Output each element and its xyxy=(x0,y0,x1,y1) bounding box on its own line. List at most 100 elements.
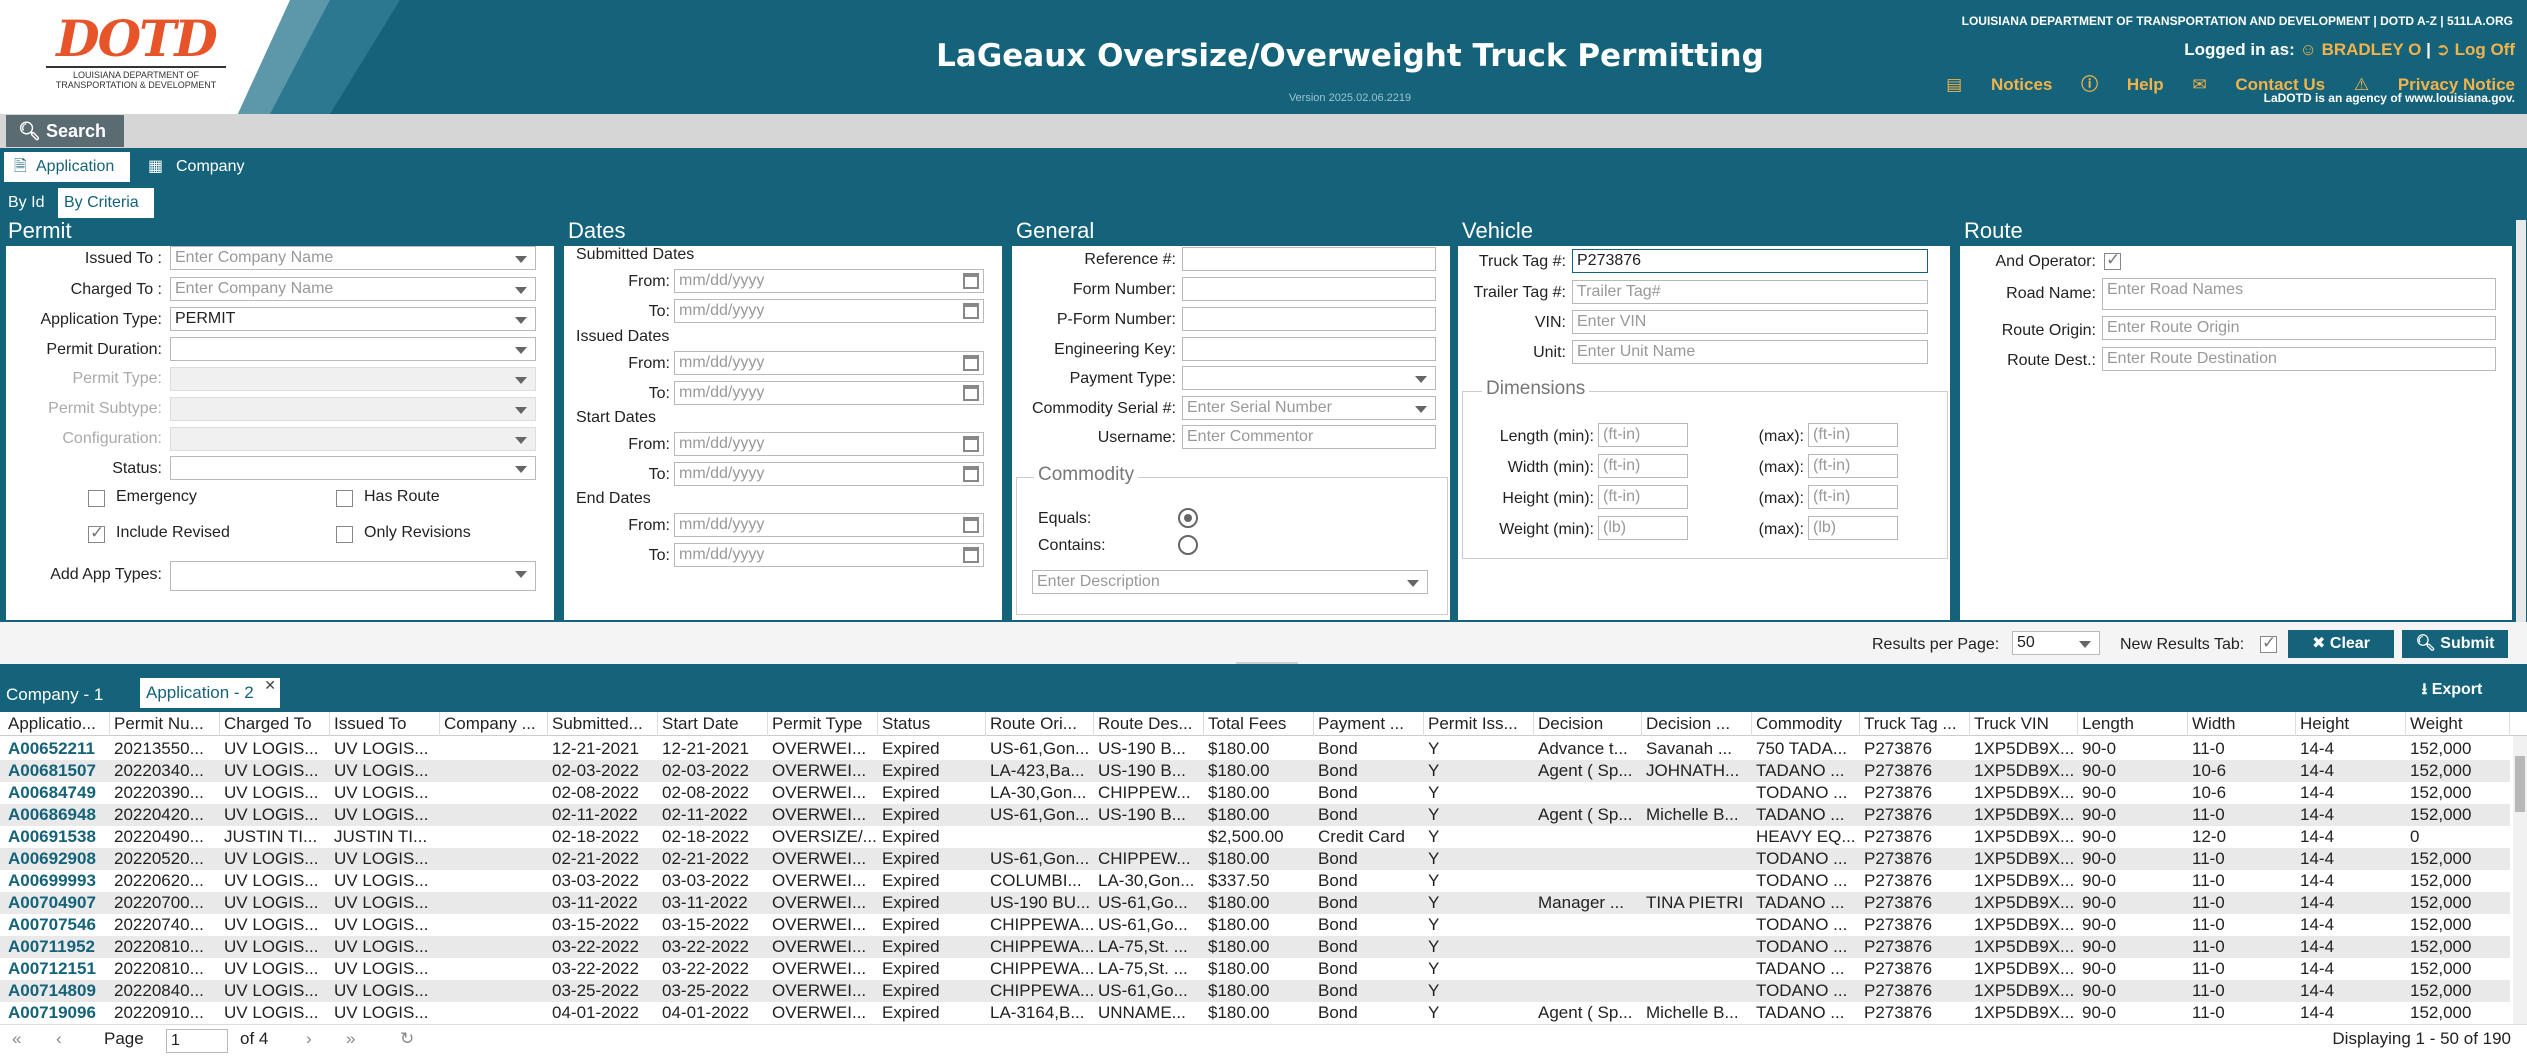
form-number-input[interactable] xyxy=(1182,277,1436,301)
submitted-from-input[interactable]: mm/dd/yyyy xyxy=(674,269,984,293)
application-link[interactable]: A00714809 xyxy=(4,980,110,1002)
column-header[interactable]: Charged To xyxy=(220,712,330,736)
application-link[interactable]: A00699993 xyxy=(4,870,110,892)
table-row[interactable]: A00681507 20220340... UV LOGIS... UV LOGIS.… xyxy=(0,760,2510,782)
search-tab[interactable]: 🔍︎ Search xyxy=(6,115,124,147)
start-to-input[interactable]: mm/dd/yyyy xyxy=(674,462,984,486)
weight-max-input[interactable]: (lb) xyxy=(1808,516,1898,540)
calendar-icon[interactable] xyxy=(963,517,979,533)
unit-input[interactable]: Enter Unit Name xyxy=(1572,340,1928,364)
dotd-logo[interactable]: DOTD LOUISIANA DEPARTMENT OF TRANSPORTAT… xyxy=(46,14,226,100)
include-revised-checkbox[interactable] xyxy=(88,523,105,543)
tab-by-criteria[interactable]: By Criteria xyxy=(58,188,154,218)
help-link[interactable]: ⓘ Help xyxy=(2081,75,2164,94)
table-row[interactable]: A00714809 20220840... UV LOGIS... UV LOGIS.… xyxy=(0,980,2510,1002)
vin-input[interactable]: Enter VIN xyxy=(1572,310,1928,334)
payment-type-select[interactable] xyxy=(1182,366,1436,390)
calendar-icon[interactable] xyxy=(963,466,979,482)
add-app-types-select[interactable] xyxy=(170,561,536,591)
column-header[interactable]: Length xyxy=(2078,712,2188,736)
column-header[interactable]: Truck VIN xyxy=(1970,712,2078,736)
height-min-input[interactable]: (ft-in) xyxy=(1598,485,1688,509)
calendar-icon[interactable] xyxy=(963,385,979,401)
commodity-serial-combo[interactable]: Enter Serial Number xyxy=(1182,396,1436,420)
has-route-checkbox[interactable] xyxy=(336,490,353,507)
close-icon[interactable]: ✕ xyxy=(264,670,276,700)
column-header[interactable]: Permit Iss... xyxy=(1424,712,1534,736)
only-revisions-checkbox[interactable] xyxy=(336,526,353,543)
notices-link[interactable]: ▤ Notices xyxy=(1946,75,2052,94)
clear-button[interactable]: ✖ Clear xyxy=(2288,630,2394,658)
length-min-input[interactable]: (ft-in) xyxy=(1598,423,1688,447)
export-button[interactable]: ⭳ Export xyxy=(2396,676,2508,704)
height-max-input[interactable]: (ft-in) xyxy=(1808,485,1898,509)
calendar-icon[interactable] xyxy=(963,355,979,371)
column-header[interactable]: Applicatio... xyxy=(4,712,110,736)
prev-page-icon[interactable]: ‹ xyxy=(56,1029,62,1049)
route-origin-input[interactable]: Enter Route Origin xyxy=(2102,316,2496,340)
user-link[interactable]: ☺ BRADLEY O xyxy=(2299,40,2421,59)
table-row[interactable]: A00692908 20220520... UV LOGIS... UV LOGIS.… xyxy=(0,848,2510,870)
calendar-icon[interactable] xyxy=(963,303,979,319)
submit-button[interactable]: 🔍︎ Submit xyxy=(2402,630,2508,658)
column-header[interactable]: Company ... xyxy=(440,712,548,736)
top-links[interactable]: LOUISIANA DEPARTMENT OF TRANSPORTATION A… xyxy=(1962,14,2513,28)
column-header[interactable]: Commodity xyxy=(1752,712,1860,736)
equals-radio[interactable] xyxy=(1178,508,1198,528)
table-row[interactable]: A00704907 20220700... UV LOGIS... UV LOGIS.… xyxy=(0,892,2510,914)
column-header[interactable]: Total Fees xyxy=(1204,712,1314,736)
start-from-input[interactable]: mm/dd/yyyy xyxy=(674,432,984,456)
column-header[interactable]: Decision xyxy=(1534,712,1642,736)
table-row[interactable]: A00652211 20213550... UV LOGIS... UV LOGIS.… xyxy=(0,738,2510,760)
pform-input[interactable] xyxy=(1182,307,1436,331)
tab-company-results[interactable]: Company - 1 xyxy=(6,680,130,710)
column-header[interactable]: Permit Nu... xyxy=(110,712,220,736)
duration-select[interactable] xyxy=(170,337,536,361)
application-link[interactable]: A00707546 xyxy=(4,914,110,936)
column-header[interactable]: Start Date xyxy=(658,712,768,736)
issued-to-input[interactable]: mm/dd/yyyy xyxy=(674,381,984,405)
application-link[interactable]: A00684749 xyxy=(4,782,110,804)
column-header[interactable]: Weight xyxy=(2406,712,2510,736)
application-link[interactable]: A00719096 xyxy=(4,1002,110,1024)
column-header[interactable]: Decision ... xyxy=(1642,712,1752,736)
calendar-icon[interactable] xyxy=(963,436,979,452)
application-link[interactable]: A00652211 xyxy=(4,738,110,760)
table-row[interactable]: A00719096 20220910... UV LOGIS... UV LOGIS.… xyxy=(0,1002,2510,1024)
application-link[interactable]: A00692908 xyxy=(4,848,110,870)
table-row[interactable]: A00712151 20220810... UV LOGIS... UV LOGIS.… xyxy=(0,958,2510,980)
next-page-icon[interactable]: › xyxy=(306,1029,312,1049)
truck-tag-input[interactable]: P273876 xyxy=(1572,249,1928,273)
route-dest-input[interactable]: Enter Route Destination xyxy=(2102,347,2496,371)
username-input[interactable]: Enter Commentor xyxy=(1182,425,1436,449)
application-link[interactable]: A00704907 xyxy=(4,892,110,914)
first-page-icon[interactable]: « xyxy=(12,1029,21,1049)
issued-to-combo[interactable]: Enter Company Name xyxy=(170,246,536,270)
column-header[interactable]: Route Ori... xyxy=(986,712,1094,736)
issued-from-input[interactable]: mm/dd/yyyy xyxy=(674,351,984,375)
column-header[interactable]: Submitted... xyxy=(548,712,658,736)
table-row[interactable]: A00699993 20220620... UV LOGIS... UV LOGIS.… xyxy=(0,870,2510,892)
tab-by-id[interactable]: By Id xyxy=(4,188,58,218)
refresh-icon[interactable]: ↻ xyxy=(400,1029,414,1049)
grid-scroll-thumb[interactable] xyxy=(2515,756,2525,812)
column-header[interactable]: Permit Type xyxy=(768,712,878,736)
log-off-link[interactable]: ➲ Log Off xyxy=(2436,40,2515,59)
last-page-icon[interactable]: » xyxy=(346,1029,355,1049)
calendar-icon[interactable] xyxy=(963,273,979,289)
trailer-tag-input[interactable]: Trailer Tag# xyxy=(1572,280,1928,304)
tab-application-results[interactable]: Application - 2 ✕ xyxy=(140,677,280,708)
page-input[interactable]: 1 xyxy=(166,1029,228,1053)
road-name-input[interactable]: Enter Road Names xyxy=(2102,278,2496,310)
column-header[interactable]: Height xyxy=(2296,712,2406,736)
results-per-page-select[interactable]: 50 xyxy=(2012,631,2100,655)
application-link[interactable]: A00712151 xyxy=(4,958,110,980)
table-row[interactable]: A00684749 20220390... UV LOGIS... UV LOGIS.… xyxy=(0,782,2510,804)
tab-application[interactable]: 🗎︎ Application xyxy=(4,152,130,182)
calendar-icon[interactable] xyxy=(963,547,979,563)
length-max-input[interactable]: (ft-in) xyxy=(1808,423,1898,447)
criteria-scrollbar[interactable] xyxy=(2516,220,2526,622)
application-link[interactable]: A00686948 xyxy=(4,804,110,826)
application-link[interactable]: A00691538 xyxy=(4,826,110,848)
and-operator-checkbox[interactable] xyxy=(2104,250,2121,270)
